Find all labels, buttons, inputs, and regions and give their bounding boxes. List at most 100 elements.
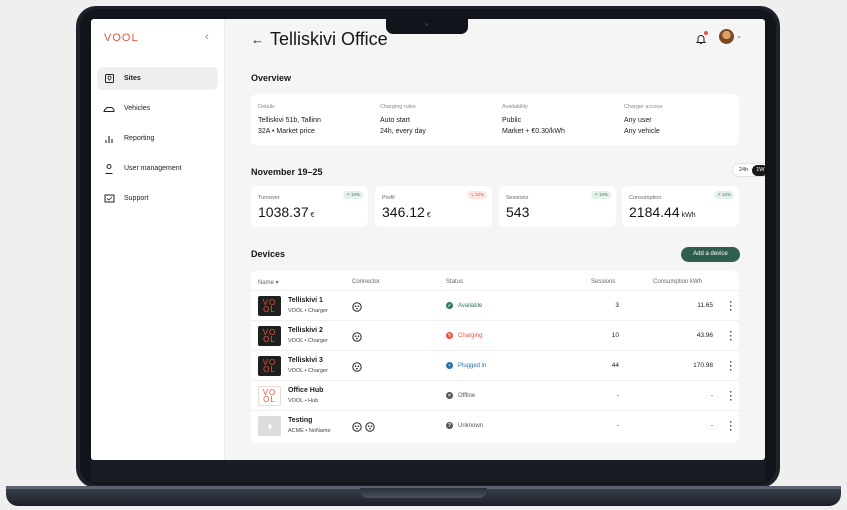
- plug-icon: [258, 416, 281, 436]
- map-pin-icon: [103, 73, 115, 85]
- column-header-consumption: Consumption kWh: [653, 279, 703, 285]
- camera-icon: [425, 23, 428, 26]
- table-row[interactable]: VO OL Telliskivi 1 VOOL • Charger ✓ Available…: [251, 290, 739, 320]
- sidebar-item-user-management[interactable]: User management: [97, 157, 218, 180]
- consumption-value: 43.96: [696, 332, 713, 339]
- page-title: Telliskivi Office: [270, 28, 388, 49]
- stat-unit: €: [426, 212, 431, 219]
- connector-icon: [352, 329, 362, 347]
- column-header-name[interactable]: Name ▾: [258, 279, 279, 286]
- more-options-icon[interactable]: · · ·: [729, 418, 733, 435]
- status-badge: ✓ Available: [446, 302, 482, 309]
- range-option-24h[interactable]: 24h: [735, 165, 752, 176]
- overview-value: Telliskivi 51b, Tallinn: [258, 117, 321, 124]
- status-label: Plugged in: [458, 362, 487, 369]
- overview-value: 24h, every day: [380, 128, 426, 135]
- consumption-value: -: [710, 392, 713, 399]
- device-thumbnail: VO OL: [258, 296, 281, 316]
- sidebar-item-label: Sites: [124, 75, 141, 82]
- trend-badge: ↘ 12%: [466, 191, 487, 199]
- sidebar-item-label: Support: [124, 195, 149, 202]
- trend-badge: ↗ 12%: [342, 191, 363, 199]
- consumption-value: -: [710, 422, 713, 429]
- overview-label: Details: [258, 104, 275, 110]
- device-name[interactable]: Office Hub: [288, 387, 323, 394]
- table-row[interactable]: VO OL Telliskivi 2 VOOL • Charger ϟ Charging 1…: [251, 320, 739, 350]
- camera-notch: [386, 19, 468, 34]
- sessions-value: -: [616, 422, 619, 429]
- stat-number: 2184.44: [629, 204, 680, 220]
- sidebar-item-label: Vehicles: [124, 105, 151, 112]
- device-type: VOOL • Charger: [288, 338, 328, 344]
- trend-badge: ↗ 12%: [713, 191, 734, 199]
- device-thumbnail: VO OL: [258, 386, 281, 406]
- device-name[interactable]: Telliskivi 1: [288, 297, 323, 304]
- status-label: Unknown: [458, 422, 484, 429]
- period-heading: November 19–25: [251, 167, 323, 177]
- chevron-down-icon[interactable]: ⌄: [736, 32, 742, 40]
- chat-icon: [103, 193, 115, 205]
- overview-charger-access: Charger access Any user Any vehicle: [624, 102, 663, 137]
- status-badge: ϟ Charging: [446, 332, 482, 339]
- stat-number: 1038.37: [258, 204, 309, 220]
- overview-heading: Overview: [251, 73, 292, 83]
- more-options-icon[interactable]: · · ·: [729, 388, 733, 405]
- table-row[interactable]: Testing ACME • NoName? Unknown - - · · ·: [251, 410, 739, 440]
- status-badge: × Offline: [446, 392, 475, 399]
- sessions-value: 3: [615, 302, 619, 309]
- table-row[interactable]: VO OL Office Hub VOOL • Hub × Offline - - · · ·: [251, 380, 739, 410]
- status-badge: ? Unknown: [446, 422, 483, 429]
- back-button[interactable]: ←: [251, 32, 264, 47]
- status-icon: ?: [446, 422, 453, 429]
- add-device-button[interactable]: Add a device: [681, 247, 740, 262]
- column-header-connector: Connector: [352, 279, 380, 285]
- status-icon: ×: [446, 392, 453, 399]
- sidebar-item-sites[interactable]: Sites: [97, 67, 218, 90]
- overview-value: Any vehicle: [624, 128, 660, 135]
- laptop-mockup: VOOL ‹ Sites Vehicles Reporting User manage…: [0, 0, 847, 510]
- stat-card-turnover: Turnover 1038.37 € ↗ 12%: [251, 186, 368, 227]
- connector-icon: [365, 419, 375, 437]
- connector-list: [352, 419, 375, 437]
- overview-label: Charging rules: [380, 104, 416, 110]
- vool-logo[interactable]: VOOL: [104, 32, 139, 44]
- collapse-sidebar-button[interactable]: ‹: [205, 31, 209, 43]
- range-selector: 24h1W1M6M1Y: [732, 163, 765, 177]
- notification-bell-icon[interactable]: [695, 31, 708, 44]
- table-row[interactable]: VO OL Telliskivi 3 VOOL • Charger • Plugged i…: [251, 350, 739, 380]
- status-badge: • Plugged in: [446, 362, 486, 369]
- stat-label: Turnover: [258, 195, 280, 201]
- column-header-sessions: Sessions: [591, 279, 616, 285]
- device-thumbnail: VO OL: [258, 326, 281, 346]
- overview-details: Details Telliskivi 51b, Tallinn 32A • Mark…: [258, 102, 321, 137]
- laptop-hinge: [360, 488, 487, 498]
- consumption-value: 11.65: [697, 302, 713, 309]
- overview-value: Any user: [624, 117, 652, 124]
- stat-value: 543: [506, 204, 531, 220]
- column-header-status: Status: [446, 279, 464, 285]
- bar-chart-icon: [103, 133, 115, 145]
- device-name[interactable]: Telliskivi 2: [288, 327, 323, 334]
- more-options-icon[interactable]: · · ·: [729, 298, 733, 315]
- status-label: Offline: [458, 392, 476, 399]
- device-name[interactable]: Testing: [288, 417, 312, 424]
- overview-value: Market + €0.30/kWh: [502, 128, 565, 135]
- more-options-icon[interactable]: · · ·: [729, 328, 733, 345]
- sidebar-item-support[interactable]: Support: [97, 187, 218, 210]
- laptop-chin: [91, 460, 765, 482]
- device-type: ACME • NoName: [288, 428, 331, 434]
- stat-label: Consumption: [629, 195, 662, 201]
- overview-label: Charger access: [624, 104, 663, 110]
- avatar[interactable]: [719, 29, 734, 44]
- stat-number: 346.12: [382, 204, 425, 220]
- sidebar-item-vehicles[interactable]: Vehicles: [97, 97, 218, 120]
- sidebar-item-label: Reporting: [124, 135, 155, 142]
- sessions-value: -: [616, 392, 619, 399]
- page-header: ← Telliskivi Office: [251, 27, 388, 51]
- status-icon: ϟ: [446, 332, 453, 339]
- status-label: Available: [458, 302, 483, 309]
- sidebar-item-reporting[interactable]: Reporting: [97, 127, 218, 150]
- device-name[interactable]: Telliskivi 3: [288, 357, 323, 364]
- range-option-1w[interactable]: 1W: [752, 164, 765, 176]
- more-options-icon[interactable]: · · ·: [729, 358, 733, 375]
